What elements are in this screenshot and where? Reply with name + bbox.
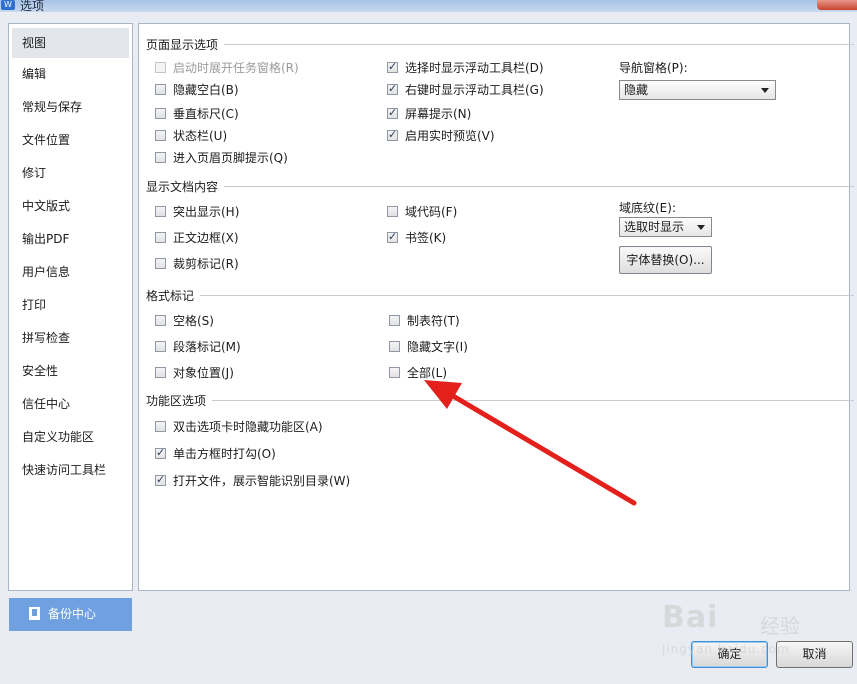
annotation-arrow (424, 380, 637, 506)
